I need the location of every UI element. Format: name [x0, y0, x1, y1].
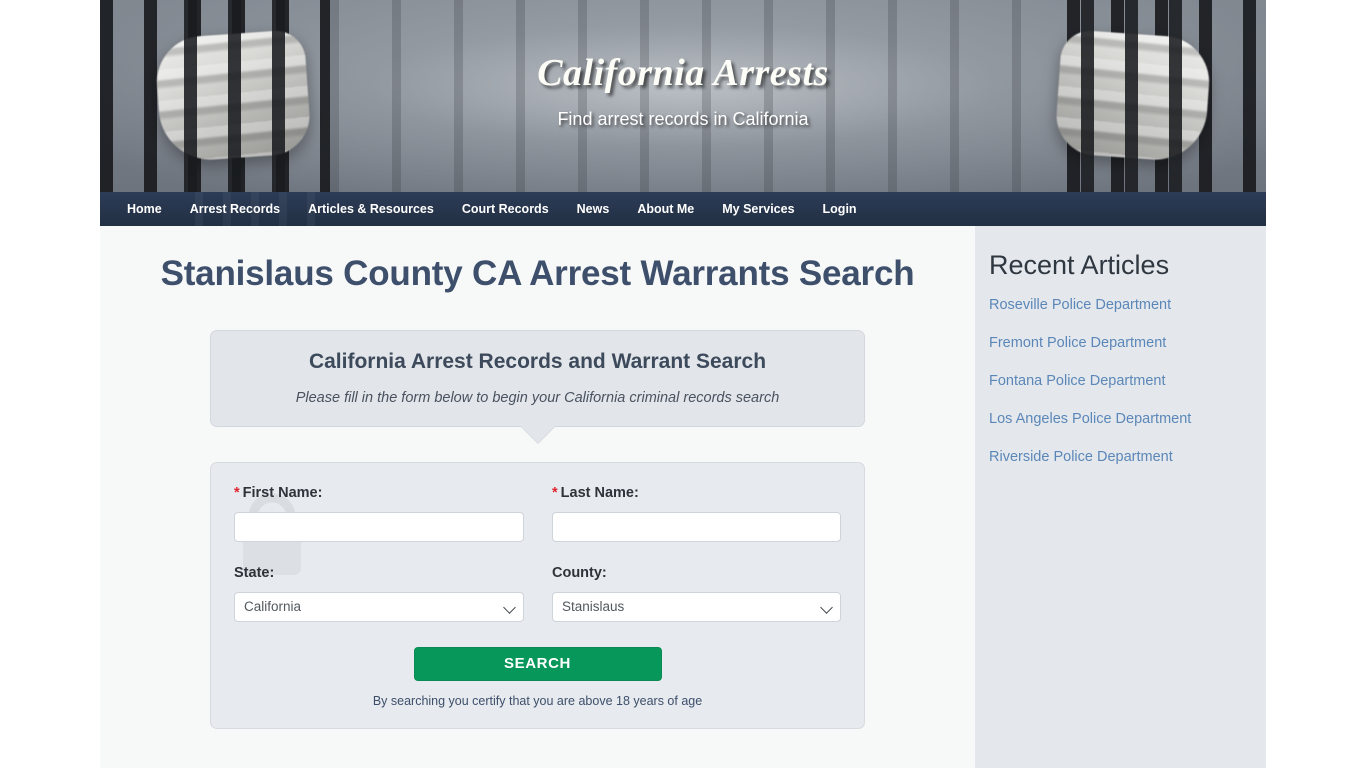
- sidebar: Recent Articles Roseville Police Departm…: [975, 226, 1266, 768]
- search-button-row: SEARCH: [234, 646, 841, 681]
- nav-item-news[interactable]: News: [563, 192, 624, 226]
- callout-title: California Arrest Records and Warrant Se…: [308, 349, 767, 373]
- first-name-label: * First Name:: [234, 485, 524, 501]
- county-select-wrap: Stanislaus: [552, 591, 841, 622]
- sidebar-link-roseville[interactable]: Roseville Police Department: [989, 297, 1266, 313]
- callout-box: California Arrest Records and Warrant Se…: [210, 329, 865, 427]
- site-title: California Arrests: [537, 52, 829, 94]
- search-button[interactable]: SEARCH: [413, 646, 662, 681]
- sidebar-link-fontana[interactable]: Fontana Police Department: [989, 373, 1266, 389]
- nav-item-my-services[interactable]: My Services: [708, 192, 808, 226]
- search-callout: California Arrest Records and Warrant Se…: [210, 329, 865, 443]
- nav-item-about-me[interactable]: About Me: [623, 192, 708, 226]
- site-banner: California Arrests Find arrest records i…: [100, 0, 1266, 192]
- required-asterisk-first-name: *: [234, 484, 240, 501]
- main-content-column: Stanislaus County CA Arrest Warrants Sea…: [100, 226, 975, 768]
- page-title: Stanislaus County CA Arrest Warrants Sea…: [160, 254, 915, 293]
- main-navigation: Home Arrest Records Articles & Resources…: [100, 192, 1266, 226]
- first-name-input[interactable]: [234, 511, 524, 542]
- callout-pointer-icon: [520, 425, 555, 443]
- required-asterisk-last-name: *: [552, 484, 558, 501]
- age-disclaimer: By searching you certify that you are ab…: [372, 693, 703, 708]
- callout-subtitle: Please fill in the form below to begin y…: [295, 389, 780, 406]
- county-label: County:: [552, 564, 607, 581]
- content-area: Stanislaus County CA Arrest Warrants Sea…: [100, 226, 1266, 768]
- state-label: State:: [234, 564, 275, 581]
- sidebar-link-los-angeles[interactable]: Los Angeles Police Department: [989, 411, 1266, 427]
- page-root: California Arrests Find arrest records i…: [0, 0, 1366, 768]
- site-tagline: Find arrest records in California: [557, 108, 809, 129]
- last-name-input[interactable]: [552, 511, 841, 542]
- first-name-label-text: First Name:: [242, 484, 323, 501]
- sidebar-link-fremont[interactable]: Fremont Police Department: [989, 335, 1266, 351]
- banner-text-block: California Arrests Find arrest records i…: [100, 52, 1266, 130]
- sidebar-link-riverside[interactable]: Riverside Police Department: [989, 449, 1266, 465]
- state-select-wrap: California: [234, 591, 524, 622]
- nav-item-arrest-records[interactable]: Arrest Records: [176, 192, 294, 226]
- search-form-panel: * First Name: * Last Name: State: County: …: [210, 461, 865, 729]
- sidebar-title: Recent Articles: [989, 250, 1170, 280]
- nav-item-articles-resources[interactable]: Articles & Resources: [294, 192, 448, 226]
- county-select[interactable]: Stanislaus: [552, 591, 841, 622]
- site-container: California Arrests Find arrest records i…: [100, 0, 1266, 768]
- nav-item-login[interactable]: Login: [809, 192, 871, 226]
- nav-item-court-records[interactable]: Court Records: [448, 192, 563, 226]
- last-name-label-text: Last Name:: [560, 484, 639, 501]
- last-name-label: * Last Name:: [552, 485, 841, 501]
- nav-item-home[interactable]: Home: [113, 192, 176, 226]
- form-fields-grid: * First Name: * Last Name: State: County: …: [234, 485, 841, 622]
- state-select[interactable]: California: [234, 591, 524, 622]
